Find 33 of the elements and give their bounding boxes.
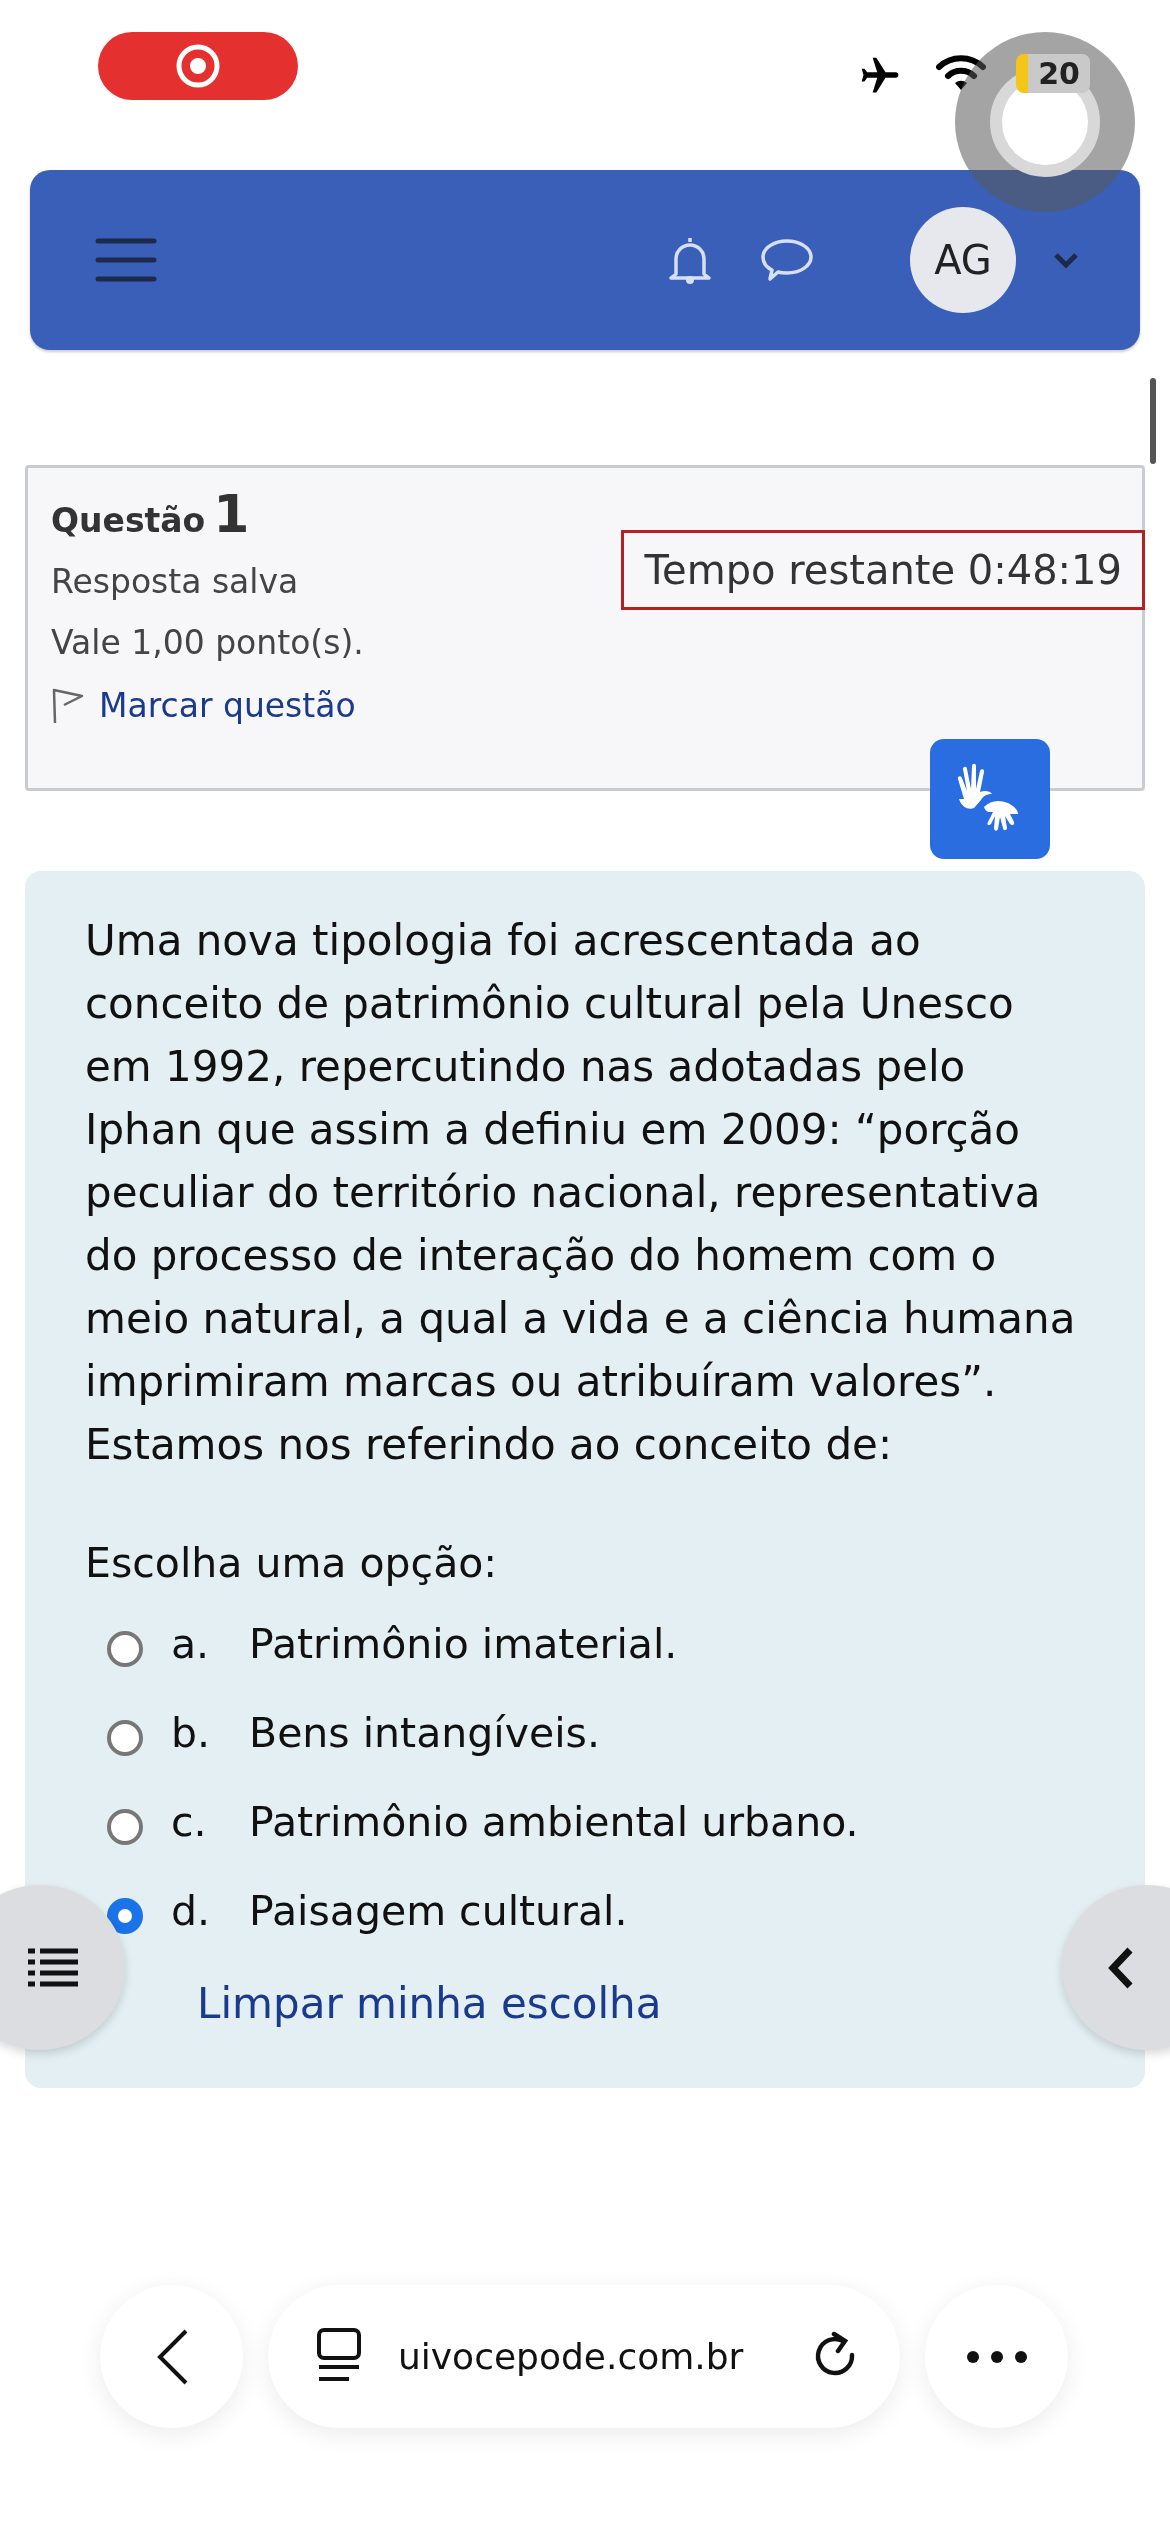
flag-icon[interactable]	[51, 686, 85, 725]
radio-button[interactable]	[107, 1630, 143, 1667]
question-text: Uma nova tipologia foi acrescentada ao conceito de patrimônio cultural pela Unesco em 1992, repercutindo nas adotadas pelo Iphan que assim a definiu em 2009: “porção peculiar do território nacional, representativa do processo de interação do homem com o meio natural, a qual a vida e a ciência humana imprimiram marcas ou atribuíram valores”. Estamos nos referindo ao conceito de:	[85, 915, 1077, 1471]
battery-level: 20	[1016, 54, 1090, 93]
question-title: Questão 1	[51, 483, 251, 540]
option-letter: c.	[171, 1797, 208, 1846]
option-label[interactable]: Patrimônio ambiental urbano.	[249, 1797, 859, 1846]
clear-choice-link[interactable]: Limpar minha escolha	[197, 1979, 662, 2028]
address-bar[interactable]: uivocepode.com.br	[268, 2285, 900, 2428]
option-label[interactable]: Patrimônio imaterial.	[249, 1619, 678, 1668]
more-icon	[964, 2348, 1029, 2365]
sign-language-button[interactable]	[930, 739, 1050, 859]
chat-icon[interactable]	[760, 237, 814, 283]
radio-button[interactable]	[107, 1719, 143, 1756]
option-label[interactable]: Paisagem cultural.	[249, 1886, 628, 1935]
time-remaining: Tempo restante 0:48:19	[621, 530, 1145, 610]
user-avatar[interactable]: AG	[910, 207, 1016, 313]
option-letter: a.	[171, 1619, 211, 1668]
choice-prompt: Escolha uma opção:	[85, 1539, 499, 1587]
radio-button[interactable]	[107, 1897, 143, 1934]
option-letter: d.	[171, 1886, 212, 1935]
option-letter: b.	[171, 1708, 212, 1757]
chevron-down-icon[interactable]	[1052, 250, 1080, 270]
radio-button[interactable]	[107, 1808, 143, 1845]
menu-icon[interactable]	[95, 237, 157, 283]
record-icon	[174, 42, 222, 90]
option-label[interactable]: Bens intangíveis.	[249, 1708, 600, 1757]
chevron-left-icon	[1107, 1945, 1135, 1990]
question-grade: Vale 1,00 ponto(s).	[51, 623, 364, 662]
url-text: uivocepode.com.br	[398, 2336, 745, 2377]
question-state: Resposta salva	[51, 562, 300, 601]
flag-question-link[interactable]: Marcar questão	[99, 686, 356, 725]
list-icon	[28, 1947, 78, 1988]
